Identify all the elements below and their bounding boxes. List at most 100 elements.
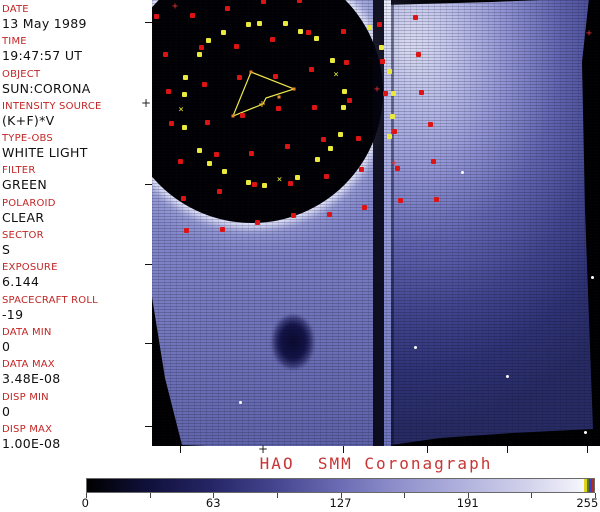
colorbar-label: 127 [329,496,352,510]
bottom-axis-tick [343,446,344,453]
fiducial-plus-red: + [172,1,179,12]
colorbar-tick [404,493,406,498]
fiducial-dot-yellow [327,146,333,151]
fiducial-dot-red [415,52,421,58]
metadata-label: SPACECRAFT ROLL [2,294,98,306]
fiducial-dot-red [291,212,296,218]
fiducial-dot-yellow [342,88,348,94]
fiducial-dot-yellow [283,21,289,27]
metadata-value: 19:47:57 UT [2,48,83,64]
star-dot [584,431,587,434]
fiducial-dot-red [169,120,175,126]
metadata-field: TYPE-OBS WHITE LIGHT [2,132,152,164]
left-axis-tick [145,426,152,427]
fiducial-dot-red [296,0,302,3]
metadata-value: (K+F)*V [2,112,55,128]
colorbar [86,478,595,493]
fiducial-dot-red [326,211,332,217]
metadata-field: SPACECRAFT ROLL -19 [2,294,152,326]
metadata-value: WHITE LIGHT [2,145,88,161]
star-dot [591,276,594,279]
fiducial-dot-yellow [246,22,252,28]
fiducial-dot-yellow [390,90,396,96]
coronagraph-image: × × × + + + + [152,0,600,446]
fiducial-dot-red [260,0,266,4]
fiducial-dot-yellow [340,105,346,111]
fiducial-dot-red [184,227,190,233]
fiducial-dot-red [311,104,317,110]
colorbar-label: 191 [456,496,479,510]
metadata-field: EXPOSURE 6.144 [2,261,152,293]
fiducial-dot-yellow [221,168,227,174]
metadata-label: TIME [2,36,27,48]
colorbar-tick [276,493,278,498]
metadata-field: DATA MAX 3.48E-08 [2,358,152,390]
fiducial-plus-red: + [374,84,381,95]
metadata-value: 0 [2,403,11,419]
metadata-value: 3.48E-08 [2,371,61,387]
fiducial-dot-yellow [378,45,384,51]
fiducial-dot-yellow [205,37,211,43]
fiducial-dot-yellow [196,147,202,153]
metadata-label: OBJECT [2,68,41,80]
fiducial-dot-yellow [262,182,268,188]
fiducial-plus-red: + [391,158,398,169]
fiducial-dot-red [234,43,240,49]
fiducial-dot-red [181,196,187,202]
metadata-field: INTENSITY SOURCE (K+F)*V [2,100,152,132]
metadata-label: DISP MIN [2,391,49,403]
fiducial-dot-red [433,196,439,202]
metadata-value: 0 [2,338,11,354]
star-dot [506,375,509,378]
fiducial-dot-yellow [181,125,187,131]
fiducial-dot-yellow [182,74,188,80]
fiducial-dot-yellow [367,25,373,31]
fiducial-dot-red [178,158,184,164]
left-axis-tick [145,343,152,344]
fiducial-cross-yellow: × [333,70,339,81]
metadata-value: CLEAR [2,209,45,225]
image-caption: HAO SMM Coronagraph [259,454,493,473]
fiducial-plus-red: + [586,28,593,39]
fiducial-dot-yellow [295,174,301,180]
fiducial-dot-red [240,112,246,118]
colorbar-label: 0 [81,496,89,510]
fiducial-dot-red [216,189,222,195]
colorbar-label: 63 [205,496,221,510]
fiducial-overlay: × × × + + + + [152,0,600,446]
colorbar-label: 255 [576,496,599,510]
fiducial-dot-yellow [206,161,212,167]
fiducial-dot-red [213,151,219,157]
fiducial-dot-red [249,150,255,156]
fiducial-dot-red [427,121,433,127]
metadata-label: SECTOR [2,230,44,242]
left-axis-tick [145,264,152,265]
fiducial-dot-red [284,143,290,149]
fiducial-dot-yellow [315,157,321,163]
fiducial-dot-yellow [313,35,319,41]
fiducial-dot-red [204,119,210,125]
metadata-sidebar: DATE 13 May 1989 TIME 19:47:57 UT OBJECT SUN:… [0,0,152,451]
metadata-value: GREEN [2,177,48,193]
fiducial-dot-red [412,14,418,20]
fiducial-dot-red [379,59,385,65]
metadata-label: DATA MAX [2,359,55,371]
fiducial-dot-red [305,29,311,35]
fiducial-dot-red [219,226,225,232]
polygon-vertex-marker [277,95,281,99]
left-axis-tick [145,184,152,185]
bottom-axis-tick [427,446,428,453]
metadata-label: TYPE-OBS [2,133,53,145]
metadata-value: SUN:CORONA [2,80,91,96]
fiducial-dot-yellow [182,91,188,97]
colorbar-saturation-stripe [591,479,594,492]
fiducial-dot-yellow [386,133,392,139]
fiducial-dot-red [189,12,195,18]
metadata-field: DISP MAX 1.00E-08 [2,423,152,455]
fiducial-dot-red [362,204,368,210]
colorbar-tick [531,493,533,498]
metadata-value: S [2,242,11,258]
fiducial-dot-red [341,28,347,34]
fiducial-dot-red [272,74,278,80]
metadata-label: DATE [2,4,29,15]
